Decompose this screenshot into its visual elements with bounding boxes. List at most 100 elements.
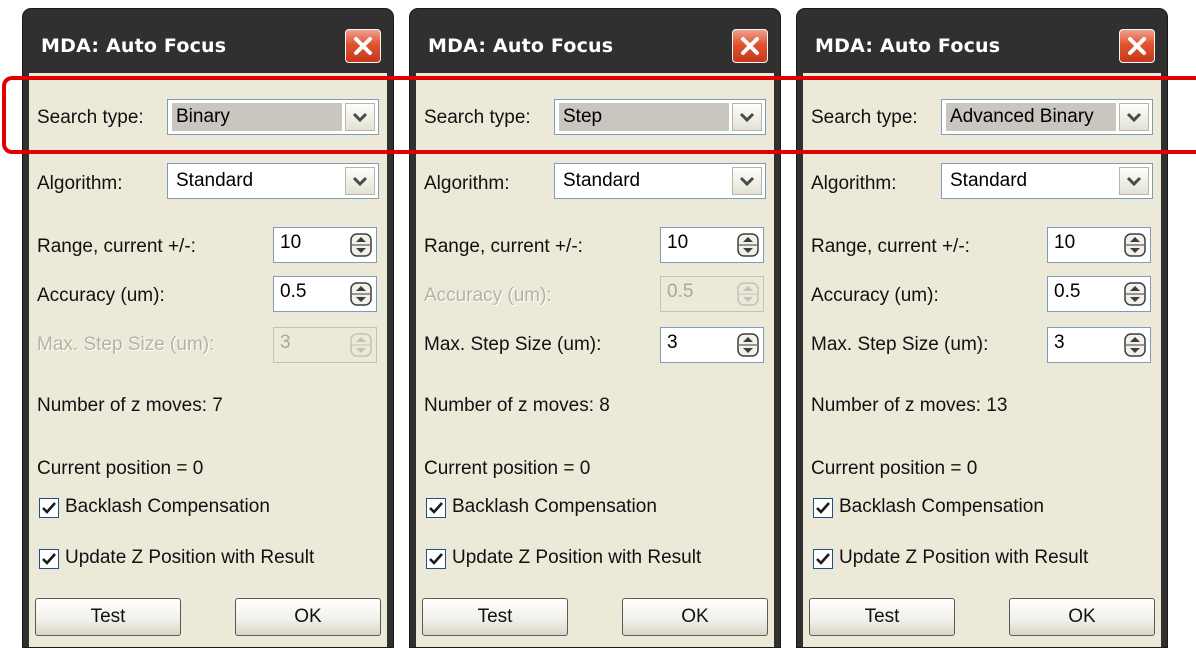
test-button[interactable]: Test [35,598,181,636]
close-x-icon [741,37,759,55]
ok-button[interactable]: OK [235,598,381,636]
backlash-checkbox[interactable] [39,498,59,518]
range-spinner[interactable]: 10 [1047,227,1151,263]
search-type-combo[interactable]: Binary [167,99,379,135]
close-button[interactable] [1119,29,1155,63]
autofocus-dialog: MDA: Auto Focus Search type: Step Algori… [409,8,781,648]
chevron-down-icon [352,112,368,123]
update-z-label: Update Z Position with Result [452,547,702,568]
accuracy-spinner[interactable]: 0.5 [660,276,764,312]
combo-arrow-button[interactable] [732,103,762,131]
backlash-label: Backlash Compensation [839,496,1044,517]
max-step-label: Max. Step Size (um): [37,334,215,355]
update-z-label: Update Z Position with Result [65,547,315,568]
ok-button[interactable]: OK [622,598,768,636]
max-step-label: Max. Step Size (um): [424,334,602,355]
title-bar[interactable]: MDA: Auto Focus [23,9,393,73]
dialog-body: Search type: Binary Algorithm: Standard [29,73,387,647]
algorithm-label: Algorithm: [37,173,123,194]
accuracy-label: Accuracy (um): [811,285,939,306]
combo-arrow-button[interactable] [732,167,762,195]
title-bar[interactable]: MDA: Auto Focus [797,9,1167,73]
test-button[interactable]: Test [809,598,955,636]
z-moves-text: Number of z moves: 13 [811,395,1008,416]
update-z-checkbox[interactable] [426,549,446,569]
spin-up-down-icon[interactable] [350,233,372,257]
ok-button[interactable]: OK [1009,598,1155,636]
range-value: 10 [667,232,689,253]
chevron-down-icon [1126,112,1142,123]
search-type-combo[interactable]: Advanced Binary [941,99,1153,135]
range-label: Range, current +/-: [811,236,970,257]
chevron-down-icon [1126,176,1142,187]
close-button[interactable] [732,29,768,63]
algorithm-value: Standard [176,170,254,191]
combo-arrow-button[interactable] [345,103,375,131]
algorithm-combo[interactable]: Standard [167,163,379,199]
dialog-title: MDA: Auto Focus [428,35,614,57]
spin-up-down-icon[interactable] [1124,282,1146,306]
range-spinner[interactable]: 10 [273,227,377,263]
chevron-down-icon [739,176,755,187]
max-step-value: 3 [1054,332,1065,353]
algorithm-label: Algorithm: [811,173,897,194]
backlash-checkbox[interactable] [426,498,446,518]
accuracy-spinner[interactable]: 0.5 [273,276,377,312]
max-step-label: Max. Step Size (um): [811,334,989,355]
backlash-label: Backlash Compensation [65,496,270,517]
combo-arrow-button[interactable] [1119,167,1149,195]
algorithm-value: Standard [950,170,1028,191]
backlash-checkbox[interactable] [813,498,833,518]
spin-up-down-icon[interactable] [1124,233,1146,257]
test-button[interactable]: Test [422,598,568,636]
accuracy-label: Accuracy (um): [37,285,165,306]
search-type-label: Search type: [424,107,531,128]
checkmark-icon [816,553,830,565]
algorithm-label: Algorithm: [424,173,510,194]
search-type-label: Search type: [37,107,144,128]
spin-up-down-icon[interactable] [1124,333,1146,357]
current-position-text: Current position = 0 [811,458,978,479]
spin-up-down-icon[interactable] [350,282,372,306]
title-bar[interactable]: MDA: Auto Focus [410,9,780,73]
range-spinner[interactable]: 10 [660,227,764,263]
spin-up-down-icon[interactable] [737,233,759,257]
search-type-label: Search type: [811,107,918,128]
close-button[interactable] [345,29,381,63]
close-x-icon [354,37,372,55]
algorithm-combo[interactable]: Standard [554,163,766,199]
update-z-checkbox[interactable] [39,549,59,569]
max-step-spinner[interactable]: 3 [1047,327,1151,363]
search-type-value: Step [559,103,729,131]
max-step-spinner[interactable]: 3 [273,327,377,363]
spin-up-down-icon[interactable] [737,282,759,306]
dialog-title: MDA: Auto Focus [41,35,227,57]
algorithm-value: Standard [563,170,641,191]
dialog-body: Search type: Step Algorithm: Standard Ra… [416,73,774,647]
max-step-spinner[interactable]: 3 [660,327,764,363]
accuracy-value: 0.5 [1054,281,1081,302]
accuracy-spinner[interactable]: 0.5 [1047,276,1151,312]
checkmark-icon [816,502,830,514]
z-moves-text: Number of z moves: 7 [37,395,223,416]
z-moves-text: Number of z moves: 8 [424,395,610,416]
backlash-label: Backlash Compensation [452,496,657,517]
close-x-icon [1128,37,1146,55]
spin-up-down-icon[interactable] [737,333,759,357]
chevron-down-icon [739,112,755,123]
algorithm-combo[interactable]: Standard [941,163,1153,199]
autofocus-dialog: MDA: Auto Focus Search type: Advanced Bi… [796,8,1168,648]
update-z-checkbox[interactable] [813,549,833,569]
spin-up-down-icon[interactable] [350,333,372,357]
checkmark-icon [42,553,56,565]
checkmark-icon [429,553,443,565]
search-type-value: Advanced Binary [946,103,1116,131]
search-type-combo[interactable]: Step [554,99,766,135]
combo-arrow-button[interactable] [1119,103,1149,131]
max-step-value: 3 [280,332,291,353]
checkmark-icon [429,502,443,514]
range-label: Range, current +/-: [37,236,196,257]
combo-arrow-button[interactable] [345,167,375,195]
accuracy-label: Accuracy (um): [424,285,552,306]
checkmark-icon [42,502,56,514]
